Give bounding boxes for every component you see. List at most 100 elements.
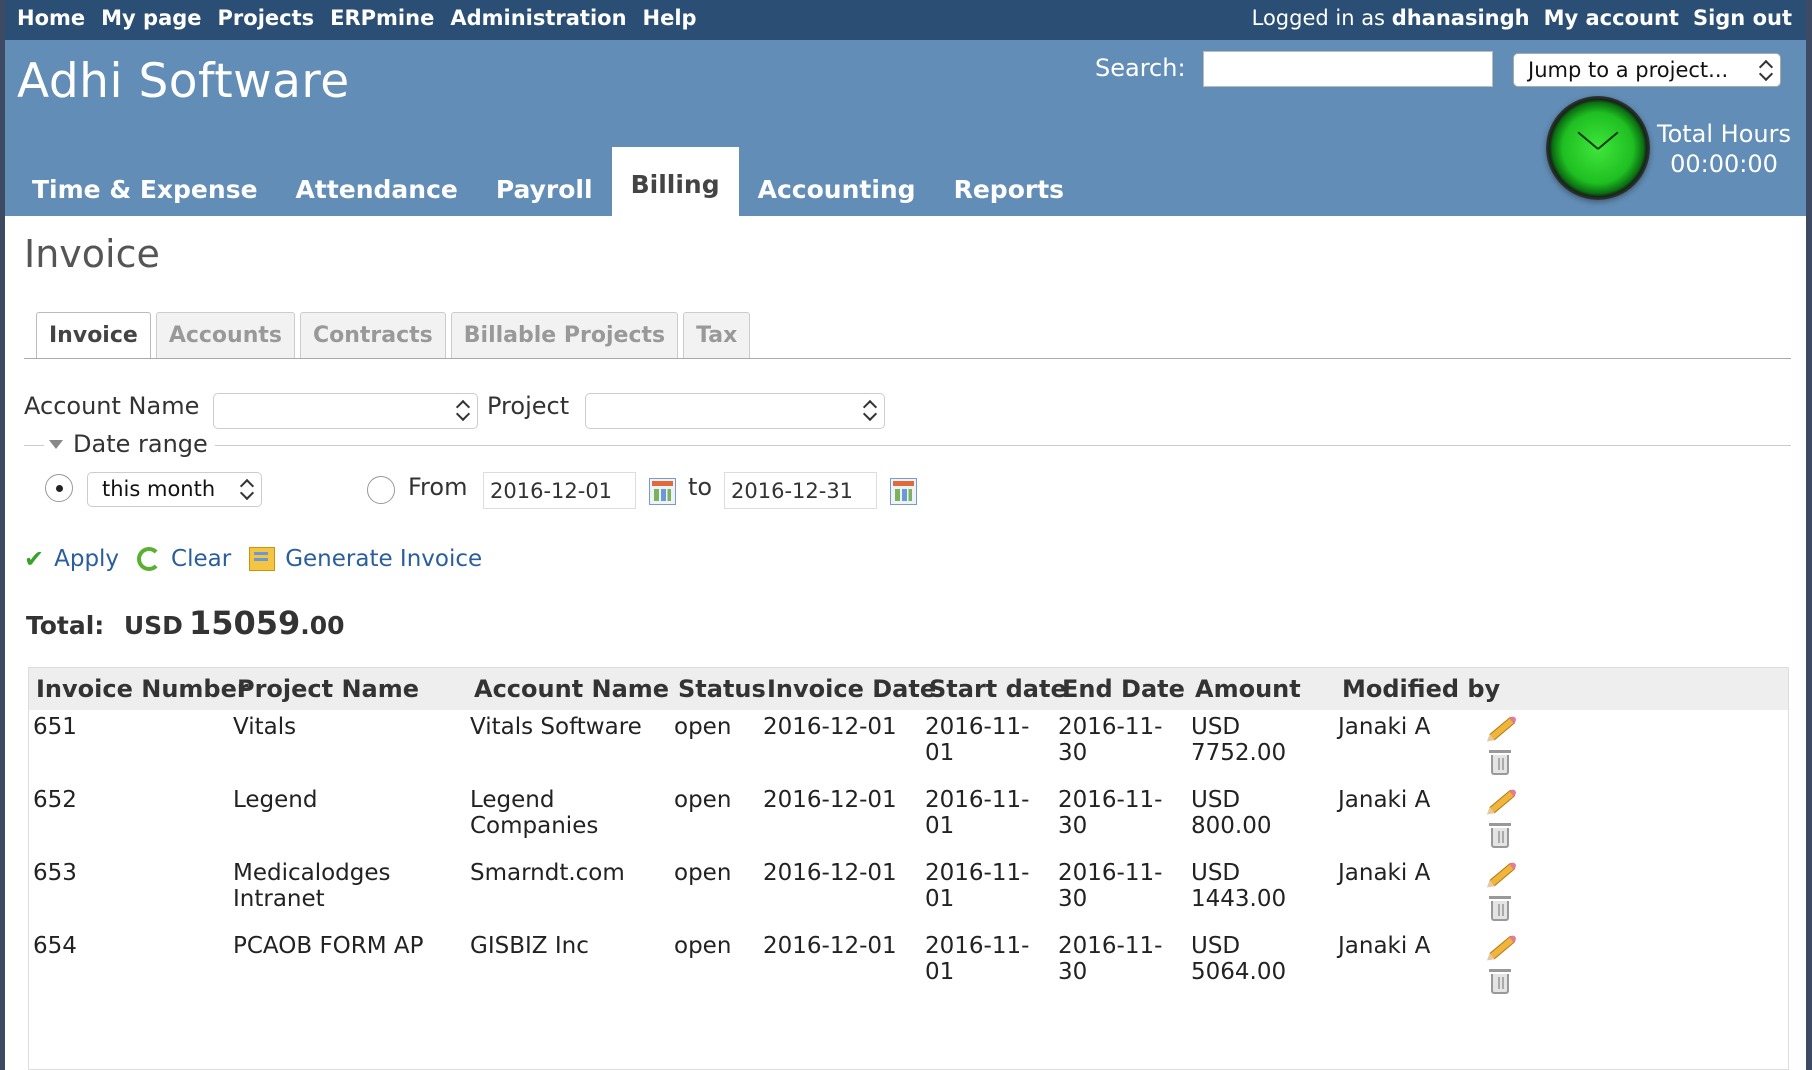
pencil-icon[interactable] bbox=[1488, 788, 1518, 814]
header-invoice-date[interactable]: Invoice Date bbox=[767, 675, 936, 703]
date-range-toggle[interactable]: Date range bbox=[49, 430, 208, 458]
header-invoice-number[interactable]: Invoice Number bbox=[36, 675, 249, 703]
project-select[interactable] bbox=[585, 393, 885, 429]
cell-end-date-line: 30 bbox=[1058, 959, 1088, 985]
radio-period[interactable] bbox=[45, 474, 73, 502]
top-menu-home[interactable]: Home bbox=[17, 6, 85, 30]
subtab-billable-projects[interactable]: Billable Projects bbox=[450, 312, 679, 358]
cell-project-name-line: PCAOB FORM AP bbox=[233, 933, 424, 959]
cell-start-date: 2016-11- 01 bbox=[925, 714, 1029, 766]
total-currency: USD bbox=[123, 611, 183, 640]
clear-button[interactable]: Clear bbox=[137, 545, 231, 573]
subtab-invoice[interactable]: Invoice bbox=[36, 312, 151, 358]
table-header: Invoice Number Project Name Account Name… bbox=[29, 668, 1788, 710]
cell-start-date-line: 01 bbox=[925, 886, 955, 912]
to-date-input[interactable]: 2016-12-31 bbox=[724, 472, 877, 509]
subtab-accounts[interactable]: Accounts bbox=[155, 312, 295, 358]
app-title[interactable]: Adhi Software bbox=[17, 54, 350, 109]
cell-invoice-date: 2016-12-01 bbox=[763, 933, 897, 959]
cell-account-name: GISBIZ Inc bbox=[470, 933, 589, 959]
cell-start-date: 2016-11- 01 bbox=[925, 860, 1029, 912]
tab-time-expense[interactable]: Time & Expense bbox=[13, 147, 277, 216]
invoice-table: Invoice Number Project Name Account Name… bbox=[28, 667, 1789, 1070]
header-account-name[interactable]: Account Name bbox=[474, 675, 669, 703]
top-menu-erpmine[interactable]: ERPmine bbox=[330, 6, 434, 30]
username-link[interactable]: dhanasingh bbox=[1392, 6, 1530, 30]
cell-modified-by: Janaki A bbox=[1338, 933, 1431, 959]
header-modified-by[interactable]: Modified by bbox=[1342, 675, 1500, 703]
trash-icon[interactable] bbox=[1489, 823, 1511, 848]
cell-account-name-line: Smarndt.com bbox=[470, 860, 625, 886]
generate-invoice-label: Generate Invoice bbox=[285, 546, 483, 572]
pencil-icon[interactable] bbox=[1488, 861, 1518, 887]
cell-end-date-line: 30 bbox=[1058, 813, 1088, 839]
project-label: Project bbox=[487, 392, 570, 420]
sign-out-link[interactable]: Sign out bbox=[1693, 6, 1792, 30]
generate-invoice-button[interactable]: Generate Invoice bbox=[249, 545, 482, 573]
cell-end-date: 2016-11- 30 bbox=[1058, 714, 1162, 766]
radio-date-range[interactable] bbox=[367, 476, 395, 504]
generate-invoice-icon bbox=[249, 547, 276, 571]
pencil-icon[interactable] bbox=[1488, 715, 1518, 741]
top-menu-projects[interactable]: Projects bbox=[218, 6, 315, 30]
cell-amount-line: 800.00 bbox=[1191, 813, 1272, 839]
account-name-select[interactable] bbox=[213, 393, 478, 429]
cell-amount-line: USD bbox=[1191, 714, 1241, 740]
cell-start-date-line: 2016-11- bbox=[925, 933, 1030, 959]
clock-icon[interactable] bbox=[1546, 96, 1650, 200]
cell-modified-by: Janaki A bbox=[1338, 714, 1431, 740]
cell-project-name-line: Vitals bbox=[233, 714, 297, 740]
divider bbox=[215, 445, 1791, 446]
total-hours: Total Hours 00:00:00 bbox=[1657, 119, 1791, 179]
jump-to-project-select[interactable]: Jump to a project... bbox=[1513, 53, 1781, 87]
cell-amount: USD 7752.00 bbox=[1191, 714, 1286, 766]
tab-accounting[interactable]: Accounting bbox=[739, 147, 935, 216]
period-select[interactable]: this month bbox=[87, 472, 262, 507]
cell-start-date-line: 01 bbox=[925, 813, 955, 839]
cell-invoice-number: 654 bbox=[33, 933, 77, 959]
search-label: Search: bbox=[1095, 54, 1186, 82]
tab-reports[interactable]: Reports bbox=[935, 147, 1083, 216]
top-menu-administration[interactable]: Administration bbox=[450, 6, 626, 30]
calendar-icon[interactable] bbox=[890, 478, 917, 505]
trash-icon[interactable] bbox=[1489, 896, 1511, 921]
cell-modified-by: Janaki A bbox=[1338, 787, 1431, 813]
subtab-contracts[interactable]: Contracts bbox=[299, 312, 446, 358]
header-start-date[interactable]: Start date bbox=[929, 675, 1067, 703]
trash-icon[interactable] bbox=[1489, 969, 1511, 994]
cell-end-date-line: 2016-11- bbox=[1058, 714, 1163, 740]
tab-attendance[interactable]: Attendance bbox=[277, 147, 477, 216]
table-row: 652 Legend Legend Companies open 2016-12-01 20… bbox=[29, 783, 1788, 856]
cell-amount-line: 1443.00 bbox=[1191, 886, 1287, 912]
table-row: 651 Vitals Vitals Software open 2016-12-01 20… bbox=[29, 710, 1788, 783]
pencil-icon[interactable] bbox=[1488, 934, 1518, 960]
total-hours-label: Total Hours bbox=[1657, 120, 1791, 148]
to-label: to bbox=[688, 473, 713, 501]
jump-select-value: Jump to a project... bbox=[1528, 58, 1729, 82]
top-menu-my-page[interactable]: My page bbox=[101, 6, 201, 30]
top-menu-help[interactable]: Help bbox=[643, 6, 697, 30]
apply-button[interactable]: ✔ Apply bbox=[24, 545, 119, 573]
header-end-date[interactable]: End Date bbox=[1062, 675, 1185, 703]
calendar-icon[interactable] bbox=[649, 478, 676, 505]
cell-account-name-line: GISBIZ Inc bbox=[470, 933, 589, 959]
clear-label: Clear bbox=[171, 546, 232, 572]
from-date-input[interactable]: 2016-12-01 bbox=[483, 472, 636, 509]
trash-icon[interactable] bbox=[1489, 750, 1511, 775]
clock-hand bbox=[1597, 131, 1619, 150]
divider bbox=[24, 358, 1791, 359]
cell-amount-line: USD bbox=[1191, 860, 1241, 886]
tab-payroll[interactable]: Payroll bbox=[477, 147, 612, 216]
header-status[interactable]: Status bbox=[678, 675, 766, 703]
tab-billing[interactable]: Billing bbox=[611, 147, 739, 216]
cell-start-date: 2016-11- 01 bbox=[925, 787, 1029, 839]
cell-project-name-line: Intranet bbox=[233, 886, 325, 912]
header-amount[interactable]: Amount bbox=[1195, 675, 1301, 703]
total-amount: Total: USD 15059.00 bbox=[26, 604, 345, 642]
cell-start-date-line: 2016-11- bbox=[925, 714, 1030, 740]
page: Home My page Projects ERPmine Administra… bbox=[5, 0, 1806, 1070]
subtab-tax[interactable]: Tax bbox=[683, 312, 751, 358]
header-project-name[interactable]: Project Name bbox=[237, 675, 419, 703]
search-input[interactable] bbox=[1203, 51, 1493, 87]
my-account-link[interactable]: My account bbox=[1544, 6, 1679, 30]
